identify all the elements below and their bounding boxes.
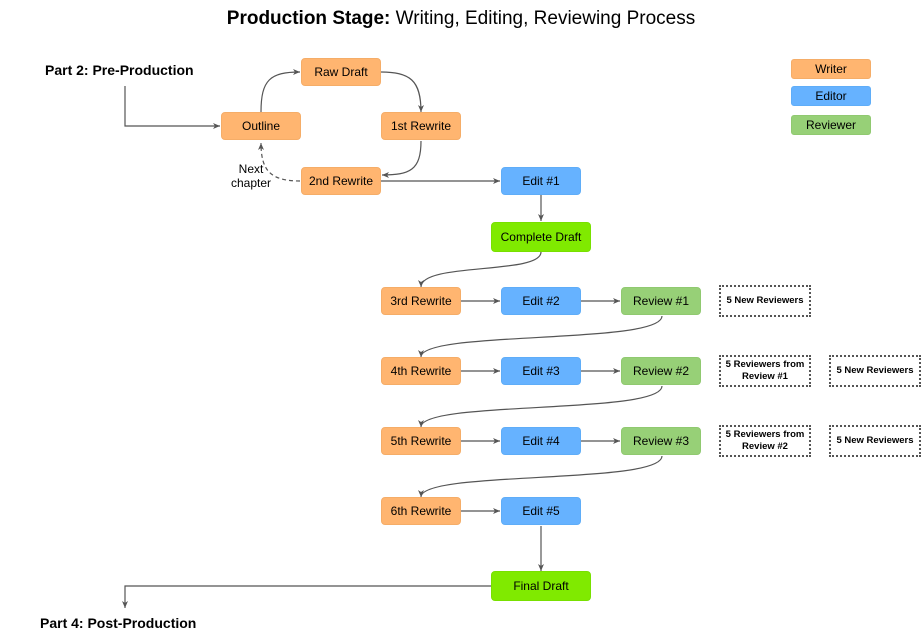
legend-editor: Editor (791, 86, 871, 106)
arrow-pre-to-outline (124, 86, 220, 129)
arrow-review1-to-rewrite4 (418, 315, 663, 358)
arrow-complete-to-rewrite3 (418, 251, 542, 288)
note-review-3-prior-reviewers: 5 Reviewers from Review #2 (719, 425, 811, 457)
node-1st-rewrite[interactable]: 1st Rewrite (381, 112, 461, 140)
node-6th-rewrite[interactable]: 6th Rewrite (381, 497, 461, 525)
node-5th-rewrite[interactable]: 5th Rewrite (381, 427, 461, 455)
note-review-1-new-reviewers: 5 New Reviewers (719, 285, 811, 317)
arrow-review2-to-rewrite5 (418, 385, 663, 428)
part-2-pre-production: Part 2: Pre-Production (45, 62, 194, 78)
node-complete-draft[interactable]: Complete Draft (491, 222, 591, 252)
node-outline[interactable]: Outline (221, 112, 301, 140)
legend-writer: Writer (791, 59, 871, 79)
arrow-final-to-post (122, 585, 491, 608)
arrow-raw-to-rewrite1 (379, 71, 424, 113)
note-review-3-new-reviewers: 5 New Reviewers (829, 425, 921, 457)
connectors (122, 69, 663, 608)
arrow-rewrite1-to-rewrite2 (381, 140, 422, 178)
part-4-post-production: Part 4: Post-Production (40, 615, 197, 631)
node-edit-5[interactable]: Edit #5 (501, 497, 581, 525)
node-final-draft[interactable]: Final Draft (491, 571, 591, 601)
node-review-1[interactable]: Review #1 (621, 287, 701, 315)
note-review-2-prior-reviewers: 5 Reviewers from Review #1 (719, 355, 811, 387)
node-edit-3[interactable]: Edit #3 (501, 357, 581, 385)
node-edit-4[interactable]: Edit #4 (501, 427, 581, 455)
node-review-2[interactable]: Review #2 (621, 357, 701, 385)
arrow-outline-to-raw (260, 69, 301, 113)
legend-reviewer: Reviewer (791, 115, 871, 135)
node-raw-draft[interactable]: Raw Draft (301, 58, 381, 86)
node-edit-1[interactable]: Edit #1 (501, 167, 581, 195)
arrow-review3-to-rewrite6 (418, 455, 663, 498)
node-review-3[interactable]: Review #3 (621, 427, 701, 455)
node-4th-rewrite[interactable]: 4th Rewrite (381, 357, 461, 385)
next-chapter-label: Next chapter (230, 162, 272, 190)
node-edit-2[interactable]: Edit #2 (501, 287, 581, 315)
node-3rd-rewrite[interactable]: 3rd Rewrite (381, 287, 461, 315)
node-2nd-rewrite[interactable]: 2nd Rewrite (301, 167, 381, 195)
note-review-2-new-reviewers: 5 New Reviewers (829, 355, 921, 387)
